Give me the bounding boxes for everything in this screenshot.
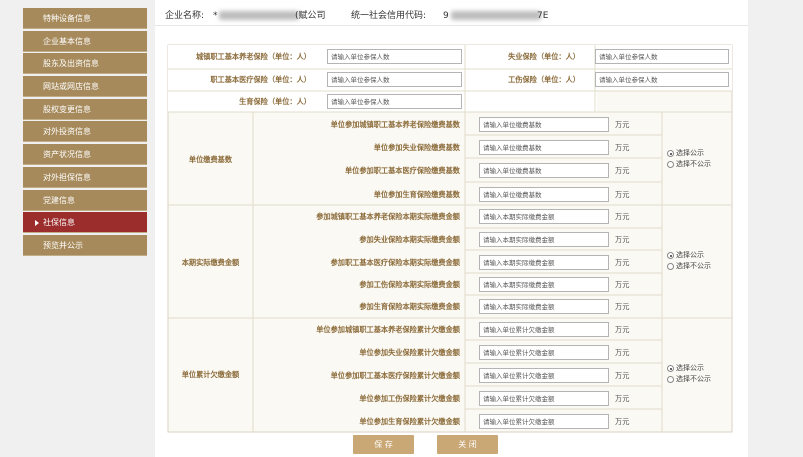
arrow-right-icon (35, 219, 39, 226)
unit-label: 万元 (615, 120, 630, 129)
insured-input-medical[interactable] (327, 72, 462, 87)
insured-input-maternity[interactable] (327, 94, 462, 109)
unit-label: 万元 (615, 325, 630, 334)
sidebar-item-basic-info[interactable]: 企业基本信息 (23, 30, 147, 52)
insured-label-maternity: 生育保险（单位：人） (239, 97, 311, 106)
radio-not-publish[interactable]: 选择不公示 (667, 374, 711, 385)
actual-payment-input[interactable] (479, 255, 609, 270)
row-label: 单位参加生育保险累计欠缴金额 (359, 417, 460, 426)
actual-payment-input[interactable] (479, 232, 609, 247)
form-table-grid (167, 44, 733, 433)
actual-payment-input[interactable] (479, 209, 609, 224)
row-label: 单位参加职工基本医疗保险缴费基数 (344, 166, 460, 175)
sidebar-item-special-equipment[interactable]: 特种设备信息 (23, 8, 147, 29)
publish-radio-group: 选择公示 选择不公示 (667, 363, 711, 385)
publish-radio-group: 选择公示 选择不公示 (667, 148, 711, 170)
contribution-base-input[interactable] (479, 117, 609, 132)
contribution-base-input[interactable] (479, 140, 609, 155)
unit-label: 万元 (615, 212, 630, 221)
arrears-input[interactable] (479, 391, 609, 406)
radio-checked-icon (667, 365, 674, 372)
row-label: 单位参加城镇职工基本养老保险缴费基数 (330, 120, 460, 129)
radio-label: 选择不公示 (676, 375, 711, 383)
main-panel: 企业名称: * (赋公司 统一社会信用代码: 9 7E 城镇职工基本养老保险（单… (155, 0, 748, 457)
unit-label: 万元 (615, 302, 630, 311)
radio-publish[interactable]: 选择公示 (667, 250, 711, 261)
radio-not-publish[interactable]: 选择不公示 (667, 261, 711, 272)
radio-publish[interactable]: 选择公示 (667, 148, 711, 159)
row-label: 参加生育保险本期实际缴费金额 (359, 302, 460, 311)
section-title-contribution-base: 单位缴费基数 (188, 155, 233, 164)
insured-input-unemployment[interactable] (595, 49, 729, 64)
radio-unchecked-icon (667, 263, 674, 270)
radio-unchecked-icon (667, 376, 674, 383)
row-label: 参加失业保险本期实际缴费金额 (359, 235, 460, 244)
radio-label: 选择不公示 (676, 262, 711, 270)
radio-checked-icon (667, 252, 674, 259)
insured-label-unemployment: 失业保险（单位：人） (508, 52, 580, 61)
unit-label: 万元 (615, 235, 630, 244)
radio-label: 选择公示 (676, 149, 704, 157)
row-label: 参加城镇职工基本养老保险本期实际缴费金额 (316, 212, 460, 221)
insured-input-injury[interactable] (595, 72, 729, 87)
row-label: 单位参加失业保险缴费基数 (373, 143, 460, 152)
unit-label: 万元 (615, 280, 630, 289)
sidebar-item-label: 社保信息 (43, 218, 75, 228)
insured-input-pension[interactable] (327, 49, 462, 64)
arrears-input[interactable] (479, 414, 609, 429)
arrears-input[interactable] (479, 368, 609, 383)
section-title-arrears: 单位累计欠缴金额 (181, 370, 240, 379)
arrears-input[interactable] (479, 345, 609, 360)
sidebar-item-social-security[interactable]: 社保信息 (23, 212, 147, 234)
contribution-base-input[interactable] (479, 163, 609, 178)
section-title-actual-payment: 本期实际缴费金额 (181, 258, 240, 267)
unit-label: 万元 (615, 143, 630, 152)
row-label: 单位参加城镇职工基本养老保险累计欠缴金额 (316, 325, 460, 334)
arrears-input[interactable] (479, 322, 609, 337)
row-label: 单位参加失业保险累计欠缴金额 (359, 348, 460, 357)
sidebar-item-assets[interactable]: 资产状况信息 (23, 144, 147, 166)
sidebar-item-guarantee[interactable]: 对外担保信息 (23, 166, 147, 188)
insured-label-pension: 城镇职工基本养老保险（单位：人） (195, 52, 311, 61)
radio-label: 选择公示 (676, 251, 704, 259)
unit-label: 万元 (615, 190, 630, 199)
actual-payment-input[interactable] (479, 299, 609, 314)
sidebar-item-investment[interactable]: 对外投资信息 (23, 121, 147, 143)
sidebar-item-equity-change[interactable]: 股权变更信息 (23, 98, 147, 120)
unit-label: 万元 (615, 371, 630, 380)
insured-label-injury: 工伤保险（单位：人） (508, 75, 580, 84)
unit-label: 万元 (615, 166, 630, 175)
row-label: 单位参加生育保险缴费基数 (373, 190, 460, 199)
sidebar-item-party[interactable]: 党建信息 (23, 189, 147, 211)
row-label: 单位参加工伤保险累计欠缴金额 (359, 394, 460, 403)
radio-label: 选择不公示 (676, 160, 711, 168)
publish-radio-group: 选择公示 选择不公示 (667, 250, 711, 272)
sidebar-item-websites[interactable]: 网站或网店信息 (23, 76, 147, 98)
row-label: 参加职工基本医疗保险本期实际缴费金额 (330, 258, 460, 267)
sidebar: 特种设备信息 企业基本信息 股东及出资信息 网站或网店信息 股权变更信息 对外投… (23, 8, 147, 258)
unit-label: 万元 (615, 348, 630, 357)
radio-unchecked-icon (667, 161, 674, 168)
contribution-base-input[interactable] (479, 187, 609, 202)
unit-label: 万元 (615, 417, 630, 426)
unit-label: 万元 (615, 394, 630, 403)
radio-checked-icon (667, 150, 674, 157)
sidebar-item-shareholders[interactable]: 股东及出资信息 (23, 53, 147, 75)
radio-publish[interactable]: 选择公示 (667, 363, 711, 374)
radio-not-publish[interactable]: 选择不公示 (667, 159, 711, 170)
actual-payment-input[interactable] (479, 277, 609, 292)
row-label: 参加工伤保险本期实际缴费金额 (359, 280, 460, 289)
insured-label-medical: 职工基本医疗保险（单位：人） (210, 75, 311, 84)
close-button[interactable]: 关 闭 (437, 435, 498, 454)
row-label: 单位参加职工基本医疗保险累计欠缴金额 (330, 371, 460, 380)
save-button[interactable]: 保 存 (353, 435, 414, 454)
sidebar-item-preview-publish[interactable]: 预览并公示 (23, 234, 147, 256)
radio-label: 选择公示 (676, 364, 704, 372)
unit-label: 万元 (615, 258, 630, 267)
